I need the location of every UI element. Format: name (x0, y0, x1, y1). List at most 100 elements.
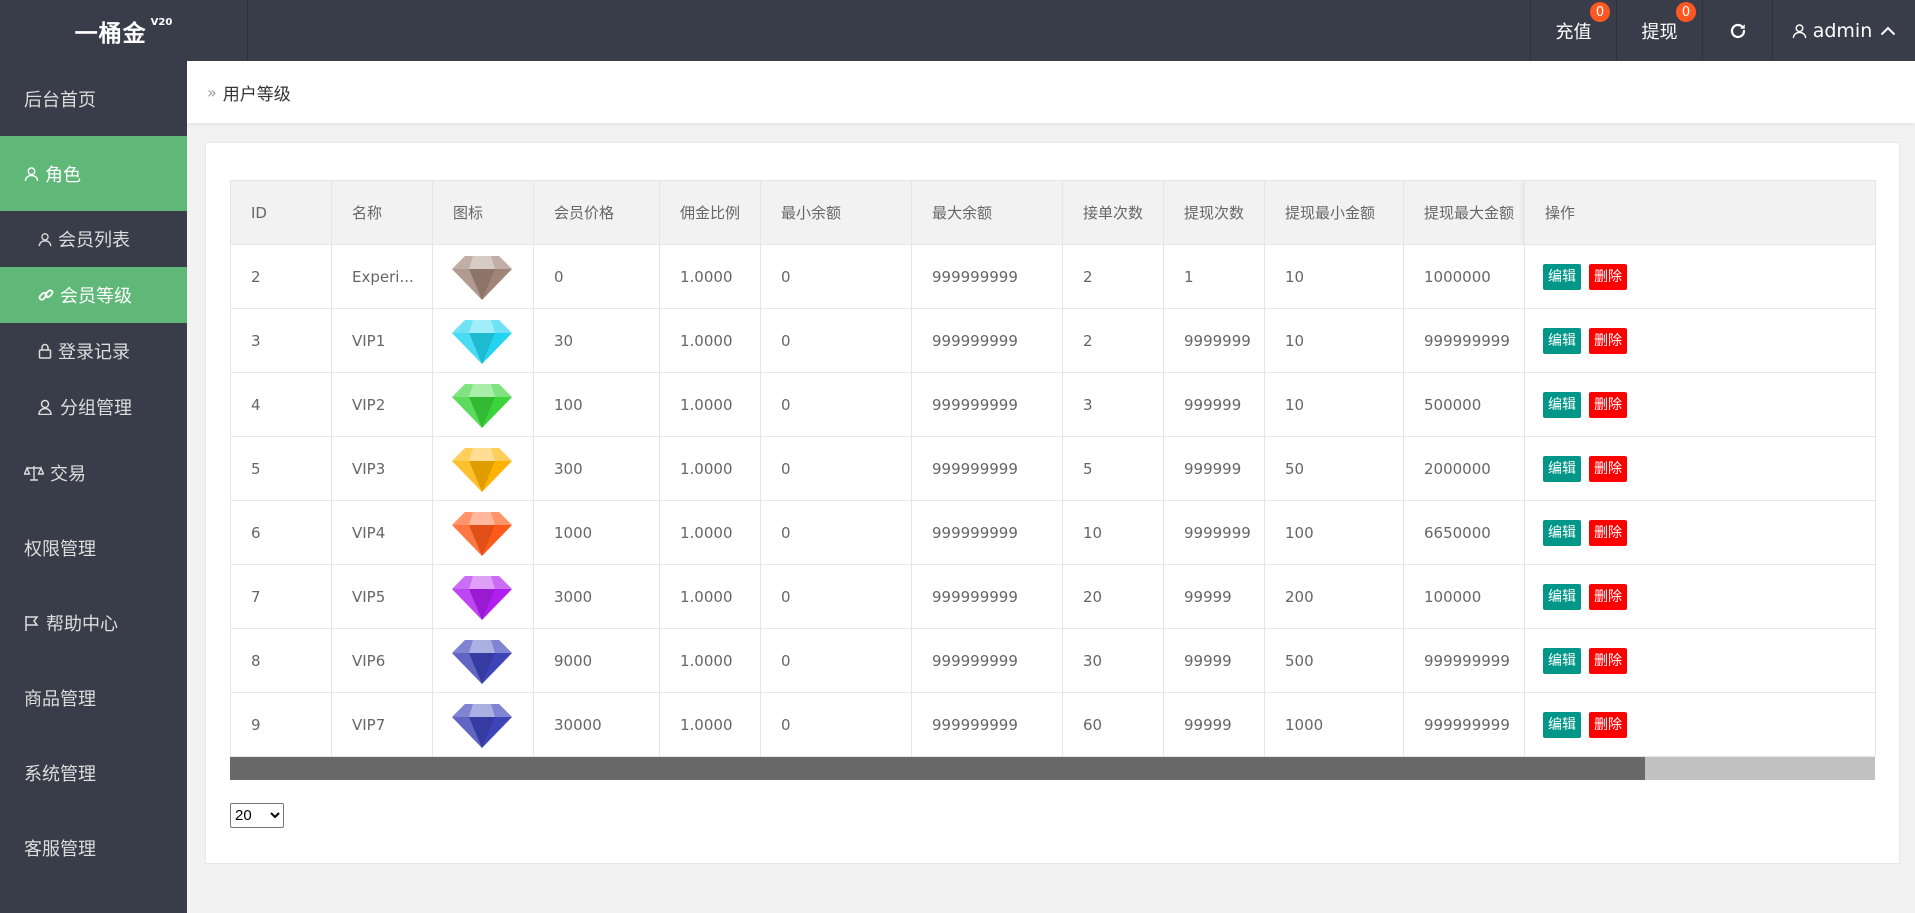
edit-button[interactable]: 编辑 (1543, 647, 1581, 674)
page-size-select[interactable]: 10203050 (230, 803, 284, 828)
recharge-badge: 0 (1590, 2, 1610, 22)
cell-orders: 60 (1062, 692, 1164, 757)
cell-min-balance: 0 (760, 628, 912, 693)
sidebar-item-system[interactable]: 系统管理 (0, 735, 187, 810)
delete-button[interactable]: 删除 (1589, 711, 1627, 738)
sidebar-item-help[interactable]: 帮助中心 (0, 585, 187, 660)
table-row: 8 VIP6 9000 1.0000 0 999999999 30 99999 500 99999… (230, 628, 1876, 693)
actions-cell: 编辑 删除 (1524, 628, 1876, 693)
sidebar-item-customer-service[interactable]: 客服管理 (0, 810, 187, 885)
level-icon-cell (432, 372, 534, 437)
column-header: 接单次数 (1062, 180, 1164, 245)
table-row: 3 VIP1 30 1.0000 0 999999999 2 9999999 10 9999999… (230, 308, 1876, 373)
sidebar-item-login-log[interactable]: 登录记录 (0, 323, 187, 379)
app-logo[interactable]: 一桶金 V20 (0, 0, 248, 61)
cell-id: 7 (230, 564, 332, 629)
edit-button[interactable]: 编辑 (1543, 327, 1581, 354)
cell-commission: 1.0000 (659, 500, 761, 565)
sidebar-item-label: 分组管理 (60, 398, 132, 419)
cell-max-balance: 999999999 (911, 692, 1063, 757)
edit-button[interactable]: 编辑 (1543, 455, 1581, 482)
delete-button[interactable]: 删除 (1589, 391, 1627, 418)
sidebar-item-trade[interactable]: 交易 (0, 435, 187, 510)
cell-min-balance: 0 (760, 308, 912, 373)
delete-button[interactable]: 删除 (1589, 647, 1627, 674)
sidebar-item-member-list[interactable]: 会员列表 (0, 211, 187, 267)
sidebar-item-label: 会员列表 (58, 230, 130, 251)
level-icon-cell (432, 244, 534, 309)
diamond-icon (452, 639, 512, 684)
sidebar-item-dashboard[interactable]: 后台首页 (0, 61, 187, 136)
double-chevron-right-icon: » (207, 82, 217, 102)
chevron-up-icon (1881, 26, 1896, 35)
cell-price: 9000 (533, 628, 660, 693)
cell-withdraw-max: 500000 (1403, 372, 1525, 437)
table-row: 9 VIP7 30000 1.0000 0 999999999 60 99999 1000 999… (230, 692, 1876, 757)
sidebar-item-group[interactable]: 分组管理 (0, 379, 187, 435)
cell-withdraw-max: 999999999 (1403, 308, 1525, 373)
column-header: 操作 (1524, 180, 1876, 245)
cell-withdraw-min: 200 (1264, 564, 1404, 629)
cell-orders: 20 (1062, 564, 1164, 629)
recharge-button[interactable]: 充值 0 (1530, 0, 1616, 61)
cell-commission: 1.0000 (659, 628, 761, 693)
cell-price: 1000 (533, 500, 660, 565)
sidebar-item-member-level[interactable]: 会员等级 (0, 267, 187, 323)
recharge-label: 充值 (1555, 21, 1592, 43)
cell-withdraw-min: 1000 (1264, 692, 1404, 757)
cell-max-balance: 999999999 (911, 628, 1063, 693)
sidebar-item-label: 登录记录 (58, 342, 130, 363)
sidebar-item-label: 会员等级 (60, 286, 132, 307)
withdraw-button[interactable]: 提现 0 (1616, 0, 1702, 61)
actions-cell: 编辑 删除 (1524, 436, 1876, 501)
table-row: 5 VIP3 300 1.0000 0 999999999 5 999999 50 2000000… (230, 436, 1876, 501)
level-icon-cell (432, 436, 534, 501)
delete-button[interactable]: 删除 (1589, 583, 1627, 610)
user-icon (24, 166, 39, 182)
pager: 10203050 (230, 803, 284, 828)
cell-withdraw-times: 99999 (1163, 692, 1265, 757)
cell-name: VIP1 (331, 308, 433, 373)
diamond-icon (452, 447, 512, 492)
edit-button[interactable]: 编辑 (1543, 583, 1581, 610)
header-actions: 充值 0 提现 0 admin (1530, 0, 1915, 61)
cell-min-balance: 0 (760, 436, 912, 501)
column-header: ID (230, 180, 332, 245)
column-header: 会员价格 (533, 180, 660, 245)
sidebar-item-label: 角色 (45, 164, 81, 186)
level-icon-cell (432, 564, 534, 629)
delete-button[interactable]: 删除 (1589, 263, 1627, 290)
column-header: 提现次数 (1163, 180, 1265, 245)
edit-button[interactable]: 编辑 (1543, 519, 1581, 546)
cell-commission: 1.0000 (659, 372, 761, 437)
sidebar-item-role[interactable]: 角色 (0, 136, 187, 211)
cell-withdraw-max: 100000 (1403, 564, 1525, 629)
delete-button[interactable]: 删除 (1589, 519, 1627, 546)
cell-withdraw-min: 10 (1264, 372, 1404, 437)
cell-max-balance: 999999999 (911, 372, 1063, 437)
cell-name: VIP5 (331, 564, 433, 629)
cell-price: 100 (533, 372, 660, 437)
user-menu[interactable]: admin (1772, 0, 1915, 61)
edit-button[interactable]: 编辑 (1543, 711, 1581, 738)
sidebar-item-permissions[interactable]: 权限管理 (0, 510, 187, 585)
cell-withdraw-max: 1000000 (1403, 244, 1525, 309)
sidebar-item-products[interactable]: 商品管理 (0, 660, 187, 735)
cell-orders: 10 (1062, 500, 1164, 565)
cell-min-balance: 0 (760, 564, 912, 629)
edit-button[interactable]: 编辑 (1543, 391, 1581, 418)
table-body: 2 Experi... 0 1.0000 0 999999999 2 1 10 1000000 编辑… (230, 244, 1876, 757)
flag-icon (24, 615, 40, 631)
refresh-button[interactable] (1702, 0, 1772, 61)
delete-button[interactable]: 删除 (1589, 327, 1627, 354)
scale-icon (24, 465, 44, 481)
delete-button[interactable]: 删除 (1589, 455, 1627, 482)
cell-withdraw-times: 99999 (1163, 564, 1265, 629)
column-header: 提现最大金额 (1403, 180, 1525, 245)
cell-orders: 2 (1062, 308, 1164, 373)
edit-button[interactable]: 编辑 (1543, 263, 1581, 290)
column-header: 最大余额 (911, 180, 1063, 245)
horizontal-scrollbar[interactable] (230, 757, 1875, 780)
scrollbar-thumb[interactable] (230, 757, 1645, 780)
actions-cell: 编辑 删除 (1524, 500, 1876, 565)
